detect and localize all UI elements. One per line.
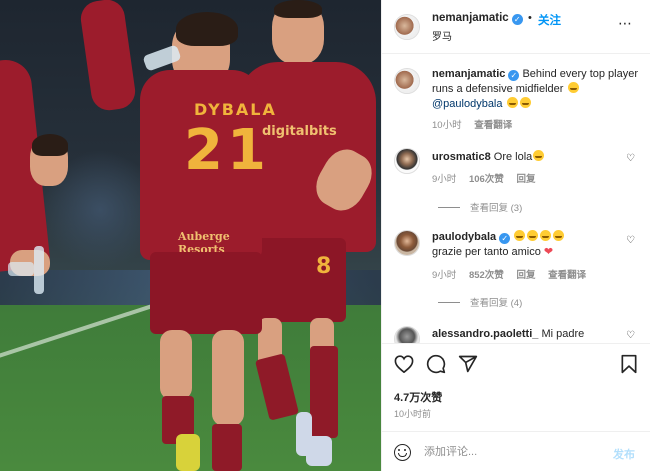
post-panel: nemanjamatic ✓ • 关注 罗马 ⋯ nemanjamatic ✓ Be… — [381, 0, 650, 471]
caption-translate[interactable]: 查看翻译 — [474, 120, 512, 131]
verified-icon: ✓ — [511, 14, 523, 25]
emoji-icon[interactable] — [394, 444, 411, 461]
comments-list[interactable]: nemanjamatic ✓ Behind every top player ru… — [382, 54, 650, 343]
comment-1-username[interactable]: urosmatic8 — [432, 151, 491, 163]
comment-2-view-replies[interactable]: 查看回复 (4) — [438, 295, 522, 309]
caption-meta: 10小时 查看翻译 — [432, 117, 522, 131]
post-actions: 4.7万次赞 10小时前 — [382, 343, 650, 431]
avatar[interactable] — [394, 14, 420, 40]
location[interactable]: 罗马 — [432, 28, 452, 43]
comment-2-meta: 9小时 852次赞 回复 查看翻译 — [432, 267, 596, 281]
like-count[interactable]: 4.7万次赞 — [394, 389, 442, 405]
laughing-emoji-icon — [553, 230, 565, 241]
comment-avatar[interactable] — [394, 326, 420, 343]
right-player-shorts-number: 8 — [316, 254, 332, 279]
header-username-text[interactable]: nemanjamatic — [432, 12, 509, 24]
add-comment-bar: 发布 — [382, 431, 650, 471]
comment-3-username[interactable]: alessandro.paoletti_ — [432, 328, 538, 340]
caption-time: 10小时 — [432, 120, 462, 131]
heart-icon[interactable]: ♡ — [626, 330, 635, 341]
comment-3-text: Mi padre — [541, 328, 585, 340]
post-comment-button[interactable]: 发布 — [613, 446, 635, 462]
comment-1: urosmatic8 Ore lola — [432, 150, 612, 165]
hands-emoji-icon — [506, 97, 518, 108]
heart-icon[interactable]: ♡ — [626, 235, 635, 246]
laughing-emoji-icon — [533, 150, 545, 161]
comment-2-text: grazie per tanto amico — [432, 246, 541, 258]
view-replies-label[interactable]: 查看回复 (4) — [470, 298, 522, 309]
comment-2-username[interactable]: paulodybala — [432, 231, 496, 243]
divider — [438, 302, 460, 303]
comment-1-text: Ore lola — [493, 151, 533, 163]
post-time: 10小时前 — [394, 409, 432, 419]
verified-icon: ✓ — [508, 70, 520, 81]
comment-2-reply-button[interactable]: 回复 — [516, 270, 535, 281]
comment-input[interactable] — [424, 443, 604, 461]
comment-2: paulodybala ✓ grazie per tanto amico ❤ — [432, 230, 628, 260]
caption-username[interactable]: nemanjamatic — [432, 68, 505, 80]
bookmark-icon[interactable] — [620, 354, 638, 374]
laughing-emoji-icon — [567, 82, 579, 93]
laughing-emoji-icon — [540, 230, 552, 241]
comment-2-translate[interactable]: 查看翻译 — [548, 270, 586, 281]
comment-3: alessandro.paoletti_ Mi padre — [432, 327, 632, 342]
caption: nemanjamatic ✓ Behind every top player ru… — [432, 67, 638, 112]
verified-icon: ✓ — [499, 233, 511, 244]
comment-1-time: 9小时 — [432, 174, 457, 185]
divider — [438, 207, 460, 208]
shirt-number: 21 — [184, 118, 270, 183]
heart-icon[interactable]: ♡ — [626, 153, 635, 164]
grin-emoji-icon — [519, 97, 531, 108]
right-player-sponsor: digitalbits — [262, 124, 337, 139]
post-header: nemanjamatic ✓ • 关注 罗马 ⋯ — [382, 0, 650, 54]
comment-1-meta: 9小时 106次赞 回复 — [432, 171, 545, 185]
comment-2-time: 9小时 — [432, 270, 457, 281]
view-replies-label[interactable]: 查看回复 (3) — [470, 203, 522, 214]
header-username[interactable]: nemanjamatic ✓ — [432, 12, 523, 25]
shirt-name: DYBALA — [194, 100, 277, 119]
caption-mention[interactable]: @paulodybala — [432, 98, 503, 110]
follow-button[interactable]: 关注 — [538, 12, 561, 28]
caption-avatar[interactable] — [394, 68, 420, 94]
more-icon[interactable]: ⋯ — [618, 15, 633, 32]
header-separator: • — [528, 12, 532, 24]
comment-1-likes[interactable]: 106次赞 — [469, 174, 504, 185]
share-icon[interactable] — [458, 354, 478, 374]
heart-icon[interactable] — [394, 355, 414, 373]
comment-1-reply-button[interactable]: 回复 — [516, 174, 535, 185]
red-heart-icon: ❤ — [543, 246, 554, 258]
laughing-emoji-icon — [514, 230, 526, 241]
laughing-emoji-icon — [527, 230, 539, 241]
post-photo[interactable]: digitalbits 8 DYBALA 21 Auberge Resorts — [0, 0, 381, 471]
comment-avatar[interactable] — [394, 230, 420, 256]
comment-icon[interactable] — [426, 354, 446, 374]
comment-2-likes[interactable]: 852次赞 — [469, 270, 504, 281]
comment-1-view-replies[interactable]: 查看回复 (3) — [438, 200, 522, 214]
comment-avatar[interactable] — [394, 148, 420, 174]
